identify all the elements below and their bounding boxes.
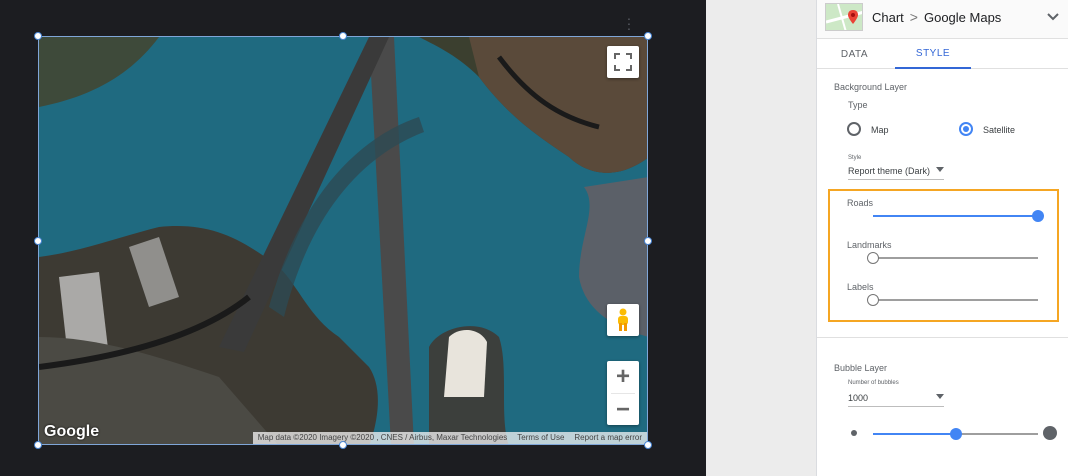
- labels-slider[interactable]: [867, 294, 1038, 306]
- panel-header: Chart > Google Maps: [817, 0, 1068, 39]
- labels-label: Labels: [847, 282, 874, 292]
- roads-slider[interactable]: [873, 210, 1044, 222]
- report-canvas: · · · + − Google Map data ©2020 Imagery …: [0, 0, 706, 476]
- map-data-credit: Map data ©2020 Imagery ©2020 , CNES / Ai…: [257, 433, 508, 442]
- roads-slider-fill: [873, 215, 1038, 217]
- breadcrumb-separator: >: [909, 9, 918, 25]
- street-view-button[interactable]: [607, 304, 639, 336]
- resize-handle[interactable]: [644, 441, 652, 449]
- type-map-radio[interactable]: [847, 122, 861, 136]
- roads-slider-thumb[interactable]: [1032, 210, 1044, 222]
- bubble-size-slider-thumb[interactable]: [949, 428, 962, 440]
- roads-label: Roads: [847, 198, 874, 208]
- number-of-bubbles-select[interactable]: 1000: [848, 393, 944, 407]
- chart-more-options-icon[interactable]: · · ·: [626, 11, 632, 35]
- style-select-value: Report theme (Dark): [848, 166, 931, 176]
- resize-handle[interactable]: [34, 441, 42, 449]
- zoom-out-button[interactable]: −: [607, 394, 639, 426]
- fullscreen-icon: [614, 53, 632, 71]
- labels-slider-thumb[interactable]: [867, 294, 879, 306]
- large-bubble-icon: [1043, 426, 1057, 440]
- google-maps-chart-icon: [825, 3, 863, 31]
- satellite-imagery: [39, 37, 647, 444]
- breadcrumb-current: Google Maps: [923, 9, 1002, 25]
- bubble-layer-title: Bubble Layer: [834, 363, 888, 373]
- google-logo: Google: [44, 423, 100, 440]
- resize-handle[interactable]: [34, 237, 42, 245]
- pegman-icon: [618, 308, 628, 331]
- type-map-label: Map: [871, 125, 889, 135]
- workspace-gutter: [706, 0, 816, 476]
- zoom-in-button[interactable]: +: [607, 361, 639, 393]
- tab-style[interactable]: STYLE: [895, 39, 971, 69]
- dropdown-caret-icon: [936, 167, 944, 172]
- layer-sliders-highlight: [828, 189, 1059, 322]
- tab-data[interactable]: DATA: [827, 39, 882, 69]
- section-divider: [817, 337, 1068, 338]
- resize-handle[interactable]: [644, 32, 652, 40]
- resize-handle[interactable]: [339, 32, 347, 40]
- landmarks-slider-thumb[interactable]: [867, 252, 879, 264]
- number-of-bubbles-label: Number of bubbles: [848, 380, 899, 386]
- style-label: Style: [848, 155, 862, 161]
- chart-type-chevron-down-icon[interactable]: [1047, 10, 1059, 24]
- panel-tabs: DATA STYLE: [817, 39, 1068, 69]
- style-select[interactable]: Report theme (Dark): [848, 166, 944, 180]
- dropdown-caret-icon: [936, 394, 944, 399]
- breadcrumb: Chart > Google Maps: [872, 9, 1001, 25]
- breadcrumb-parent: Chart: [872, 9, 904, 25]
- landmarks-label: Landmarks: [847, 240, 892, 250]
- landmarks-slider[interactable]: [867, 252, 1038, 264]
- properties-panel: Chart > Google Maps DATA STYLE Backgroun…: [816, 0, 1068, 476]
- map-attribution: Map data ©2020 Imagery ©2020 , CNES / Ai…: [252, 432, 647, 444]
- type-label: Type: [848, 100, 868, 110]
- google-map-chart[interactable]: + − Google Map data ©2020 Imagery ©2020 …: [38, 36, 648, 445]
- small-bubble-icon: [851, 430, 857, 436]
- report-map-error-link[interactable]: Report a map error: [569, 432, 647, 444]
- number-of-bubbles-value: 1000: [848, 393, 869, 403]
- bubble-size-slider-fill: [873, 433, 956, 435]
- type-satellite-label: Satellite: [983, 125, 1016, 135]
- resize-handle[interactable]: [644, 237, 652, 245]
- fullscreen-button[interactable]: [607, 46, 639, 78]
- type-satellite-radio[interactable]: [959, 122, 973, 136]
- zoom-control: + −: [607, 361, 639, 425]
- terms-of-use-link[interactable]: Terms of Use: [512, 432, 569, 444]
- background-layer-title: Background Layer: [834, 82, 908, 92]
- bubble-size-slider[interactable]: [873, 428, 1038, 440]
- resize-handle[interactable]: [34, 32, 42, 40]
- resize-handle[interactable]: [339, 441, 347, 449]
